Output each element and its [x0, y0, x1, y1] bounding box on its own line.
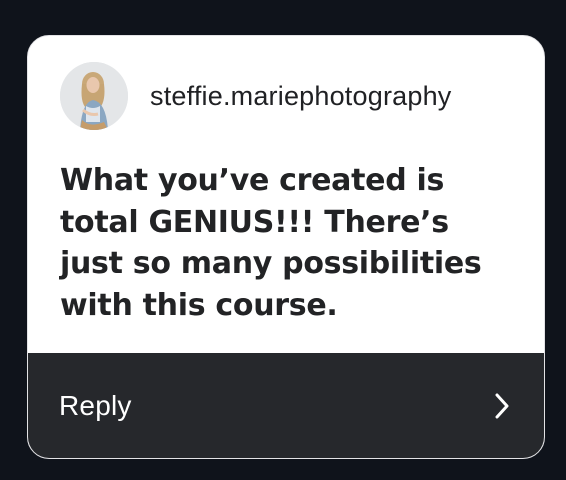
- chevron-right-icon: [494, 392, 510, 420]
- avatar[interactable]: [60, 62, 128, 130]
- username[interactable]: steffie.mariephotography: [150, 81, 451, 112]
- avatar-photo: [60, 62, 128, 130]
- reply-button[interactable]: Reply: [28, 353, 544, 458]
- comment-text: What you’ve created is total GENIUS!!! T…: [60, 163, 482, 323]
- reply-label: Reply: [59, 389, 132, 421]
- comment-card: steffie.mariephotography What you’ve cre…: [27, 35, 545, 459]
- comment-header: steffie.mariephotography: [60, 62, 451, 130]
